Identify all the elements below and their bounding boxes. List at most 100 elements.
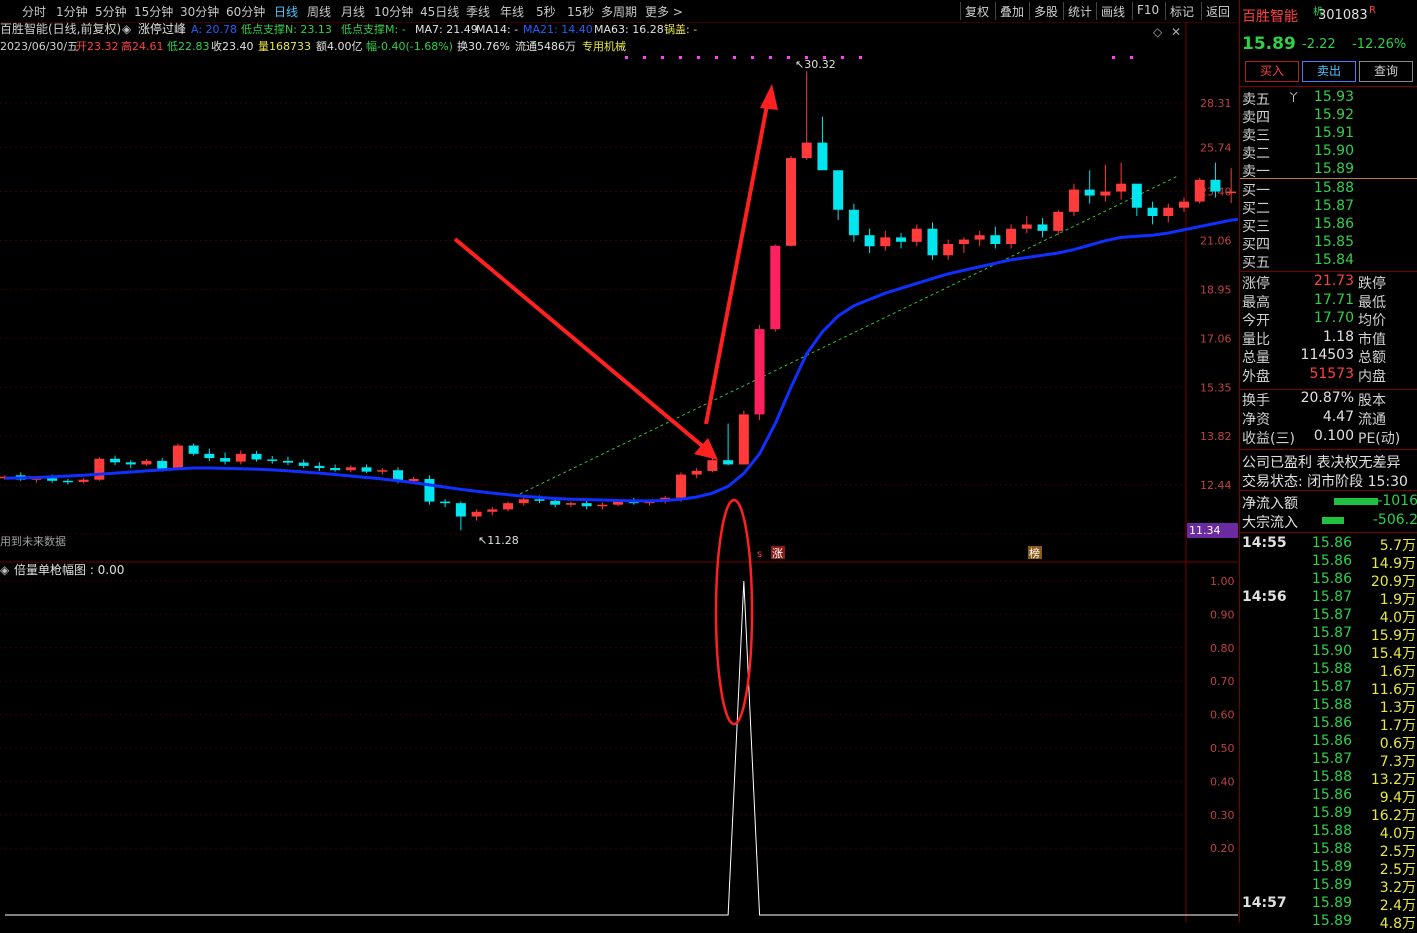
max-price-label: ↖30.32 [795,58,836,71]
tick-time: 14:55 [1242,535,1287,551]
tab-4[interactable]: 30分钟 [180,3,219,20]
tab-6[interactable]: 日线 [274,3,298,20]
kline-chart[interactable]: 百胜智能(日线,前复权) ◈ 涨停过峰 A: 20.78 低点支撑N: 23.13 低点支… [0,21,1252,922]
bid-price: 15.87 [1313,198,1354,214]
candle-body [1179,201,1189,208]
sub-title: 倍量单枪幅图 : 0.00 [14,562,124,577]
price-change: -2.22 [1302,37,1336,52]
h2-open: 开23.32 [76,40,119,53]
candle-body [738,414,749,465]
price-tick: 15.35 [1200,381,1232,394]
tab-0[interactable]: 分时 [22,3,46,20]
toolbar-btn-0[interactable]: 复权 [965,3,989,20]
toolbar-btn-6[interactable]: 标记 [1170,3,1194,20]
tick-time: 14:57 [1242,895,1287,911]
highlight-ellipse [714,498,754,726]
stat-value: 17.71 [1313,291,1354,308]
ask-label: 卖五 [1242,92,1270,108]
tick-volume: 0.6万 [1379,736,1416,752]
tab-2[interactable]: 5分钟 [95,3,127,20]
candle-body [172,445,183,469]
marker-dot [751,56,754,59]
tab-3[interactable]: 15分钟 [134,3,173,20]
bid-label: 买一 [1242,183,1270,199]
block-flow-value: -506.2 [1372,512,1417,528]
tick-price: 15.89 [1311,895,1352,911]
tick-volume: 1.6万 [1379,664,1416,680]
tab-14[interactable]: 15秒 [567,3,594,20]
separator [1063,2,1064,20]
candle-body [1037,224,1048,231]
current-price-tag: 11.34 [1189,524,1221,537]
tick-price: 15.89 [1311,859,1352,875]
candle-body [188,445,199,454]
toolbar-btn-1[interactable]: 叠加 [1000,3,1024,20]
separator [1029,2,1030,20]
candle-body [770,245,781,330]
tick-price: 15.87 [1311,679,1352,695]
ask-label: 卖三 [1242,128,1270,144]
ask-cursor-icon: 丫 [1288,91,1299,104]
toolbar-btn-3[interactable]: 统计 [1068,3,1092,20]
ma7: MA7: 21.49 [415,23,478,36]
candle-body [534,499,545,501]
note-status: 交易状态: 闭市阶段 15:30 [1242,474,1408,490]
tab-11[interactable]: 季线 [466,3,490,20]
tab-7[interactable]: 周线 [307,3,331,20]
tick-price: 15.88 [1311,823,1352,839]
stat2-label-2: PE(动) [1358,431,1401,447]
tab-9[interactable]: 10分钟 [374,3,413,20]
candle-body [424,478,435,502]
bang-label: 榜 [1029,546,1040,560]
toolbar-btn-2[interactable]: 多股 [1034,3,1058,20]
stock-r-tag: R [1369,5,1376,16]
query-button[interactable]: 查询 [1359,61,1413,82]
sub-tick: 0.30 [1210,809,1235,822]
bid-price: 15.86 [1313,216,1354,232]
zhang-label: 涨 [772,547,783,560]
candle-body [990,235,1001,245]
tab-13[interactable]: 5秒 [536,3,556,20]
candle-body [1226,191,1237,194]
tab-8[interactable]: 月线 [341,3,365,20]
indicator-name: 涨停过峰 [138,22,186,36]
tab-16[interactable]: 更多 > [645,3,683,20]
tab-1[interactable]: 1分钟 [56,3,88,20]
candle-body [518,499,529,504]
tick-volume: 1.9万 [1379,592,1416,608]
candle-body [565,503,576,505]
tick-price: 15.87 [1311,625,1352,641]
sub-tick: 0.90 [1210,608,1235,621]
net-flow-value: -1016 [1377,493,1417,509]
panel-divider [1240,86,1417,87]
stat-label: 总量 [1242,350,1270,366]
h2-high: 高24.61 [121,39,164,53]
separator [1165,2,1166,20]
bid-price: 15.84 [1313,252,1354,268]
candle-body [78,479,89,482]
h2-date: 2023/06/30/五 [0,40,78,53]
tick-volume: 7.3万 [1379,754,1416,770]
indicator-icon: ◈ [122,22,132,36]
stat2-value: 4.47 [1322,409,1354,425]
tick-volume: 4.0万 [1379,610,1416,626]
sell-button[interactable]: 卖出 [1302,61,1356,82]
tab-5[interactable]: 60分钟 [226,3,265,20]
tab-15[interactable]: 多周期 [601,3,637,20]
sub-tick: 0.50 [1210,742,1235,755]
tab-12[interactable]: 年线 [500,3,524,20]
candle-body [440,501,451,504]
toolbar-btn-4[interactable]: 画线 [1101,3,1125,20]
candle-body [1131,183,1142,208]
toolbar-btn-7[interactable]: 返回 [1206,3,1230,20]
s-mark: s [757,549,762,560]
buy-button[interactable]: 买入 [1245,61,1299,82]
candle-body [62,480,73,483]
candle-body [110,458,121,463]
tab-10[interactable]: 45日线 [420,3,459,20]
sub-tick: 0.60 [1210,709,1235,722]
tick-volume: 2.5万 [1379,844,1416,860]
chart-area[interactable]: 百胜智能(日线,前复权) ◈ 涨停过峰 A: 20.78 低点支撑N: 23.13 低点支… [0,21,1252,922]
toolbar-btn-5[interactable]: F10 [1137,3,1159,17]
candle-body [1100,191,1111,196]
